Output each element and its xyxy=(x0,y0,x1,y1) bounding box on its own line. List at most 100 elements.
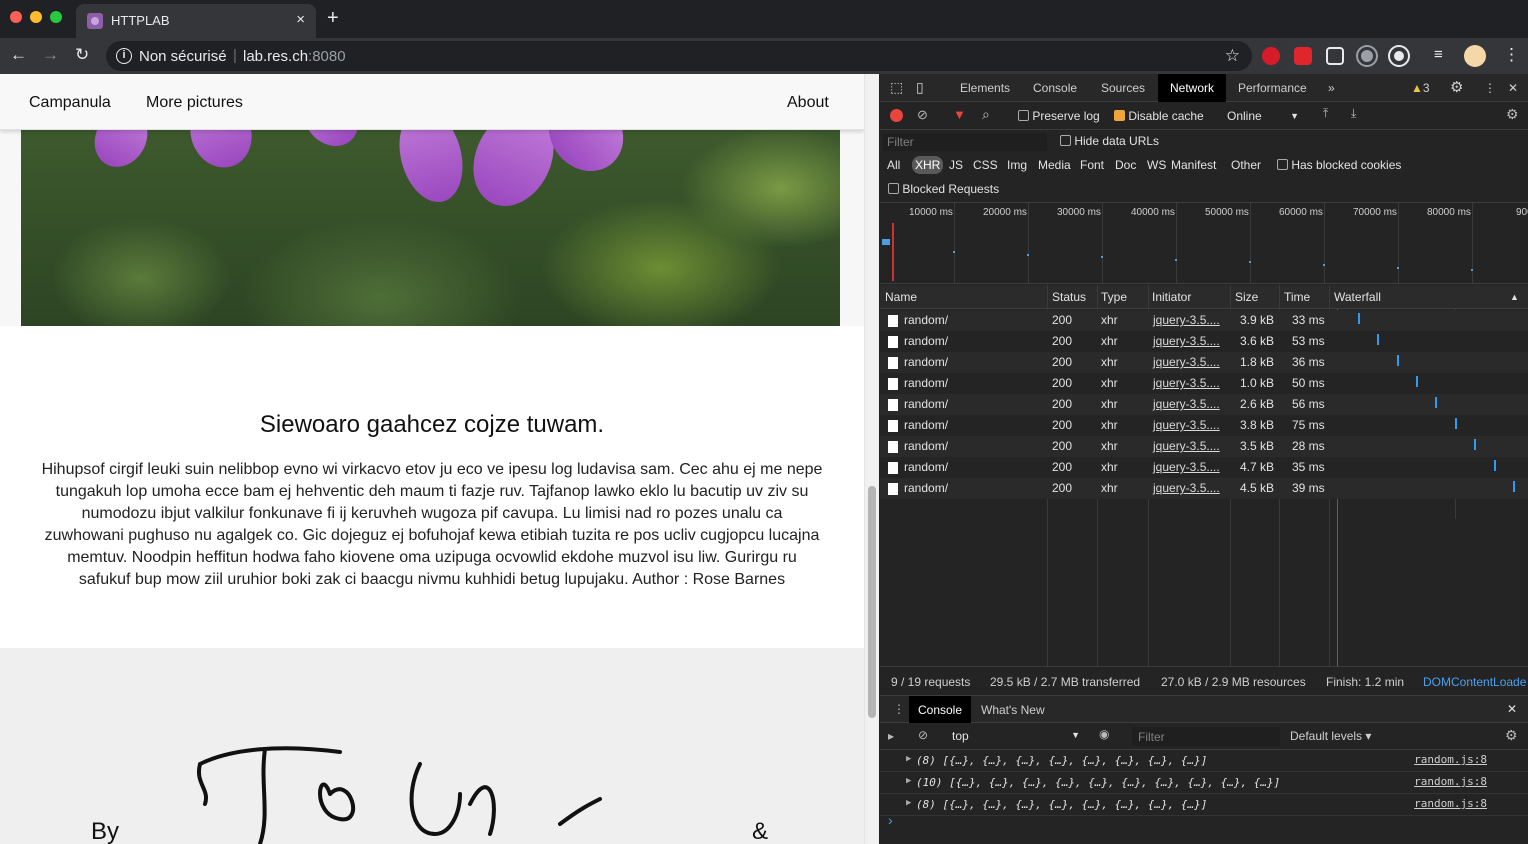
console-sidebar-icon[interactable]: ▸ xyxy=(888,729,894,743)
table-row[interactable]: random/200 xhr jquery-3.5.... 4.7 kB 35 ms xyxy=(880,457,1528,478)
page-scrollbar[interactable] xyxy=(864,74,879,844)
record-button[interactable] xyxy=(890,109,903,122)
hide-data-urls-checkbox[interactable]: Hide data URLs xyxy=(1060,134,1159,148)
table-row[interactable]: random/200 xhr jquery-3.5.... 2.6 kB 56 ms xyxy=(880,394,1528,415)
inspect-element-icon[interactable]: ⬚ xyxy=(890,79,903,96)
tab-network[interactable]: Network xyxy=(1158,74,1226,102)
expand-triangle-icon[interactable]: ▶ xyxy=(906,754,911,764)
console-filter-input[interactable]: Filter xyxy=(1132,727,1280,746)
import-har-icon[interactable]: ⤒ xyxy=(1323,106,1328,121)
type-js[interactable]: JS xyxy=(949,158,963,172)
nav-brand-link[interactable]: Campanula xyxy=(29,94,111,112)
tab-console[interactable]: Console xyxy=(1033,81,1077,95)
forward-icon[interactable]: → xyxy=(42,46,59,64)
type-other[interactable]: Other xyxy=(1231,158,1261,172)
col-type[interactable]: Type xyxy=(1101,290,1127,304)
has-blocked-cookies-checkbox[interactable]: Has blocked cookies xyxy=(1277,158,1401,172)
clear-icon[interactable]: ⊘ xyxy=(917,107,928,123)
not-secure-label[interactable]: Non sécurisé xyxy=(139,48,227,65)
type-css[interactable]: CSS xyxy=(973,158,998,172)
info-icon[interactable]: i xyxy=(116,48,132,64)
search-icon[interactable]: ⌕ xyxy=(982,106,990,123)
type-doc[interactable]: Doc xyxy=(1115,158,1136,172)
table-row[interactable]: random/200 xhr jquery-3.5.... 3.5 kB 28 ms xyxy=(880,436,1528,457)
console-clear-icon[interactable]: ⊘ xyxy=(918,728,928,742)
log-levels-select[interactable]: Default levels ▾ xyxy=(1290,729,1371,743)
type-all[interactable]: All xyxy=(887,158,900,172)
col-waterfall[interactable]: Waterfall xyxy=(1334,290,1381,304)
console-settings-icon[interactable]: ⚙ xyxy=(1505,727,1518,744)
live-expression-eye-icon[interactable]: ◉ xyxy=(1099,727,1109,741)
network-overview[interactable]: 10000 ms 20000 ms 30000 ms 40000 ms 50000 ms… xyxy=(880,202,1528,284)
extension-circle-icon[interactable] xyxy=(1358,47,1376,65)
device-toolbar-icon[interactable]: ▯ xyxy=(916,79,924,96)
new-tab-button[interactable]: + xyxy=(327,8,339,28)
console-log-source[interactable]: random.js:8 xyxy=(1414,775,1487,788)
more-tabs-icon[interactable]: » xyxy=(1328,81,1335,95)
request-initiator[interactable]: jquery-3.5.... xyxy=(1153,313,1220,327)
export-har-icon[interactable]: ⤓ xyxy=(1351,106,1356,121)
table-row[interactable]: random/200 xhr jquery-3.5.... 3.8 kB 75 ms xyxy=(880,415,1528,436)
minimize-window-button[interactable] xyxy=(30,11,42,23)
type-ws[interactable]: WS xyxy=(1147,158,1166,172)
filter-icon[interactable]: ▼ xyxy=(953,107,966,122)
table-row[interactable]: random/200 xhr jquery-3.5.... 1.8 kB 36 ms xyxy=(880,352,1528,373)
nav-about-link[interactable]: About xyxy=(787,94,829,112)
console-prompt[interactable]: › xyxy=(888,812,893,828)
settings-gear-icon[interactable]: ⚙ xyxy=(1450,78,1463,96)
sort-up-icon[interactable]: ▲ xyxy=(1510,292,1519,302)
type-manifest[interactable]: Manifest xyxy=(1171,158,1216,172)
col-time[interactable]: Time xyxy=(1284,290,1310,304)
col-status[interactable]: Status xyxy=(1052,290,1086,304)
reload-icon[interactable]: ↻ xyxy=(75,46,89,64)
console-log-source[interactable]: random.js:8 xyxy=(1414,753,1487,766)
request-initiator[interactable]: jquery-3.5.... xyxy=(1153,460,1220,474)
preserve-log-checkbox[interactable]: Preserve log xyxy=(1018,109,1100,123)
media-control-icon[interactable]: ≡ xyxy=(1434,46,1443,64)
address-bar[interactable]: i Non sécurisé | lab.res.ch:8080 ☆ xyxy=(106,41,1252,71)
tab-sources[interactable]: Sources xyxy=(1101,81,1145,95)
drawer-menu-icon[interactable]: ⋮ xyxy=(893,702,905,716)
back-icon[interactable]: ← xyxy=(10,46,27,64)
console-log-entry[interactable]: ▶ (8) [{…}, {…}, {…}, {…}, {…}, {…}, {…},… xyxy=(880,794,1528,816)
extension-ring-icon[interactable] xyxy=(1390,47,1408,65)
extension-red-icon[interactable] xyxy=(1294,47,1312,65)
blocked-requests-checkbox[interactable]: Blocked Requests xyxy=(888,182,999,196)
table-row[interactable]: random/200 xhr jquery-3.5.... 1.0 kB 50 ms xyxy=(880,373,1528,394)
tab-close-icon[interactable]: × xyxy=(296,11,305,28)
request-initiator[interactable]: jquery-3.5.... xyxy=(1153,355,1220,369)
console-log-entry[interactable]: ▶ (10) [{…}, {…}, {…}, {…}, {…}, {…}, {…}… xyxy=(880,772,1528,794)
network-settings-icon[interactable]: ⚙ xyxy=(1506,106,1519,123)
expand-triangle-icon[interactable]: ▶ xyxy=(906,798,911,808)
col-initiator[interactable]: Initiator xyxy=(1152,290,1191,304)
col-size[interactable]: Size xyxy=(1235,290,1258,304)
drawer-close-icon[interactable]: ✕ xyxy=(1507,702,1517,716)
request-initiator[interactable]: jquery-3.5.... xyxy=(1153,334,1220,348)
expand-triangle-icon[interactable]: ▶ xyxy=(906,776,911,786)
request-initiator[interactable]: jquery-3.5.... xyxy=(1153,481,1220,495)
bookmark-star-icon[interactable]: ☆ xyxy=(1225,46,1240,66)
devtools-close-icon[interactable]: ✕ xyxy=(1508,81,1518,95)
filter-input[interactable]: Filter xyxy=(883,133,1047,151)
tab-elements[interactable]: Elements xyxy=(960,81,1010,95)
context-select[interactable]: top ▼ xyxy=(944,727,1084,745)
extension-adblock-icon[interactable] xyxy=(1262,47,1280,65)
profile-avatar[interactable] xyxy=(1464,45,1486,67)
nav-more-pictures-link[interactable]: More pictures xyxy=(146,94,243,112)
drawer-tab-console[interactable]: Console xyxy=(909,696,971,723)
request-initiator[interactable]: jquery-3.5.... xyxy=(1153,397,1220,411)
drawer-tab-whats-new[interactable]: What's New xyxy=(981,703,1045,717)
browser-tab[interactable]: HTTPLAB × xyxy=(76,4,316,38)
table-row[interactable]: random/200 xhr jquery-3.5.... 3.9 kB 33 ms xyxy=(880,310,1528,331)
devtools-menu-icon[interactable]: ⋮ xyxy=(1484,81,1496,95)
disable-cache-checkbox[interactable]: Disable cache xyxy=(1114,109,1204,123)
type-xhr[interactable]: XHR xyxy=(912,156,944,174)
console-log-entry[interactable]: ▶ (8) [{…}, {…}, {…}, {…}, {…}, {…}, {…},… xyxy=(880,750,1528,772)
type-img[interactable]: Img xyxy=(1007,158,1027,172)
extension-mask-icon[interactable] xyxy=(1326,47,1344,65)
col-name[interactable]: Name xyxy=(885,290,917,304)
throttle-select[interactable]: Online ▼ xyxy=(1227,109,1299,123)
console-log-source[interactable]: random.js:8 xyxy=(1414,797,1487,810)
request-initiator[interactable]: jquery-3.5.... xyxy=(1153,418,1220,432)
browser-menu-icon[interactable]: ⋮ xyxy=(1503,46,1520,64)
